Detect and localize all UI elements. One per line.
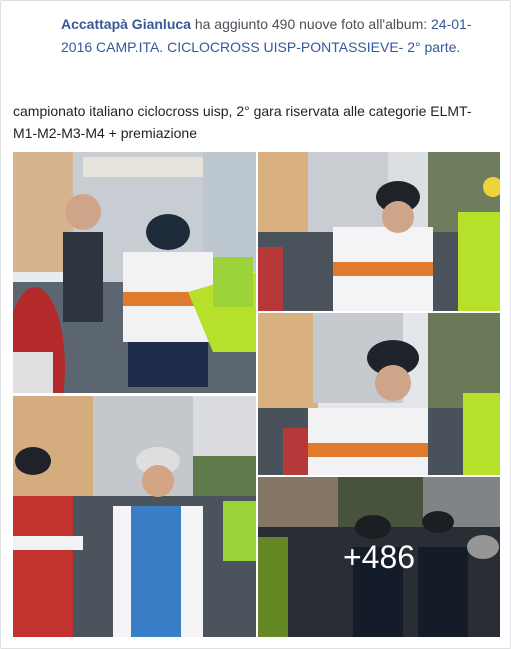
- photo-4-image: [13, 396, 256, 637]
- photo-2[interactable]: [258, 152, 500, 311]
- photo-1-image: [13, 152, 256, 393]
- photo-3-image: [258, 313, 500, 475]
- author-name-link[interactable]: Accattapà Gianluca: [61, 16, 191, 32]
- photo-5[interactable]: +486: [258, 477, 500, 637]
- photo-1[interactable]: [13, 152, 256, 393]
- photo-2-image: [258, 152, 500, 311]
- post-caption: campionato italiano ciclocross uisp, 2° …: [13, 103, 472, 141]
- post-header: Accattapà Gianluca ha aggiunto 490 nuove…: [61, 13, 481, 59]
- feed-post-card: Accattapà Gianluca ha aggiunto 490 nuove…: [0, 0, 511, 649]
- more-photos-overlay[interactable]: +486: [258, 477, 500, 637]
- more-photos-count: +486: [342, 538, 416, 575]
- photo-3[interactable]: [258, 313, 500, 475]
- photo-4[interactable]: [13, 396, 256, 637]
- post-action-text: ha aggiunto 490 nuove foto all'album:: [190, 16, 432, 32]
